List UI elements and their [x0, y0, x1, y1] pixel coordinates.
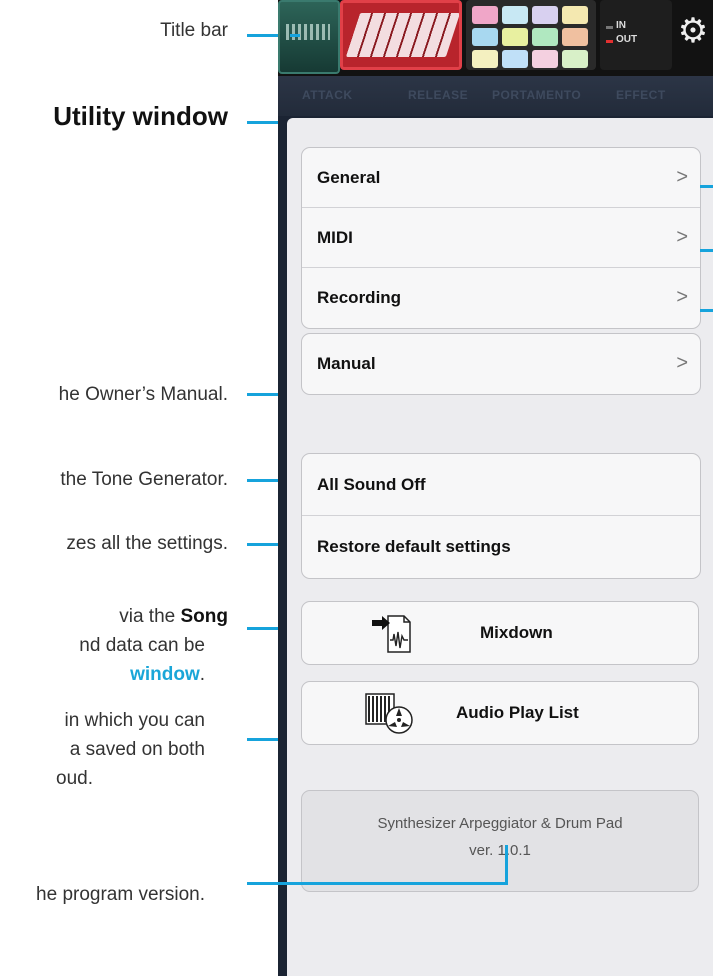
- pad-icon: [472, 6, 498, 24]
- sound-group: All Sound Off Restore default settings: [301, 453, 701, 579]
- annotation-mixdown-period: .: [199, 664, 205, 685]
- app-name-text: Synthesizer Arpeggiator & Drum Pad: [377, 815, 623, 832]
- gear-icon[interactable]: ⚙: [676, 14, 710, 48]
- annotation-playlist-line1: in which you can: [64, 710, 205, 731]
- chevron-right-icon: >: [676, 352, 688, 374]
- manual-group: Manual >: [301, 333, 701, 395]
- audio-play-list-button[interactable]: Audio Play List: [301, 681, 699, 745]
- annotation-mixdown-line1: via the Song: [119, 604, 228, 630]
- pad-icon: [562, 50, 588, 68]
- chevron-right-icon: >: [676, 226, 688, 248]
- settings-group: General > MIDI > Recording >: [301, 147, 701, 329]
- pad-icon: [472, 50, 498, 68]
- annotation-utility-window: Utility window: [53, 101, 228, 131]
- menu-item-label: General: [317, 167, 381, 187]
- restore-defaults-button[interactable]: Restore default settings: [302, 516, 700, 578]
- annotation-title-bar: Title bar: [160, 20, 228, 41]
- pad-icon: [502, 28, 528, 46]
- io-out-label: OUT: [616, 34, 638, 45]
- keyboard-thumbnail[interactable]: [340, 0, 462, 70]
- annotation-mixdown-window-link: window: [130, 664, 200, 685]
- tab-portamento[interactable]: PORTAMENTO: [492, 88, 581, 102]
- pad-icon: [532, 28, 558, 46]
- tab-effect[interactable]: EFFECT: [616, 88, 666, 102]
- mixdown-button[interactable]: Mixdown: [301, 601, 699, 665]
- annotation-restore-defaults: zes all the settings.: [66, 533, 228, 554]
- title-bar: IN OUT ⚙: [278, 0, 713, 76]
- menu-item-label: Restore default settings: [317, 537, 511, 556]
- annotation-mixdown-line3: window.: [130, 662, 205, 688]
- tab-release[interactable]: RELEASE: [408, 88, 468, 102]
- in-led-icon: [606, 26, 613, 29]
- pad-icon: [562, 28, 588, 46]
- annotation-version: he program version.: [36, 884, 205, 905]
- menu-item-general[interactable]: General >: [302, 148, 700, 208]
- utility-window-screen: IN OUT ⚙ ATTACK RELEASE PORTAMENTO EFFEC…: [278, 0, 713, 976]
- drum-pad-thumbnail[interactable]: [466, 0, 596, 70]
- annotation-playlist-line2: a saved on both: [69, 739, 205, 760]
- piano-keys-icon: [345, 13, 459, 57]
- out-led-icon: [606, 40, 613, 43]
- callout-line-version-vertical: [505, 845, 508, 885]
- annotation-manual: he Owner’s Manual.: [58, 384, 228, 405]
- audio-play-list-label: Audio Play List: [456, 703, 579, 722]
- pad-icon: [502, 50, 528, 68]
- version-info-box: Synthesizer Arpeggiator & Drum Pad ver. …: [301, 790, 699, 892]
- annotation-mixdown-song: Song: [180, 606, 229, 627]
- audio-play-list-icon: [364, 692, 416, 741]
- all-sound-off-button[interactable]: All Sound Off: [302, 454, 700, 516]
- menu-item-recording[interactable]: Recording >: [302, 268, 700, 328]
- pad-icon: [562, 6, 588, 24]
- mixdown-icon: [370, 612, 414, 661]
- annotation-playlist-line3: oud.: [56, 768, 93, 789]
- menu-item-midi[interactable]: MIDI >: [302, 208, 700, 268]
- annotation-mixdown-line2: nd data can be: [79, 635, 205, 656]
- tab-attack[interactable]: ATTACK: [302, 88, 353, 102]
- menu-item-label: All Sound Off: [317, 474, 426, 494]
- version-text: ver. 1.0.1: [469, 842, 531, 859]
- chevron-right-icon: >: [676, 166, 688, 188]
- menu-item-label: MIDI: [317, 227, 353, 247]
- pad-icon: [532, 6, 558, 24]
- annotation-mixdown-text: via the: [119, 606, 181, 627]
- callout-line-recording: [700, 309, 713, 312]
- sequencer-thumbnail[interactable]: [278, 0, 340, 74]
- menu-item-label: Manual: [317, 354, 376, 373]
- callout-line-general: [700, 185, 713, 188]
- callout-line-title-bar-end: [290, 34, 300, 37]
- io-in-label: IN: [616, 20, 626, 31]
- pad-icon: [472, 28, 498, 46]
- midi-io-indicator: IN OUT: [600, 0, 672, 70]
- utility-panel: General > MIDI > Recording > Manual > Al…: [287, 118, 713, 976]
- pad-icon: [532, 50, 558, 68]
- callout-line-version: [247, 882, 508, 885]
- mixdown-label: Mixdown: [480, 623, 553, 642]
- pad-icon: [502, 6, 528, 24]
- annotation-all-sound-off: the Tone Generator.: [60, 469, 228, 490]
- chevron-right-icon: >: [676, 286, 688, 308]
- menu-item-label: Recording: [317, 288, 402, 307]
- sequencer-pattern-icon: [286, 24, 330, 40]
- parameter-tabs: ATTACK RELEASE PORTAMENTO EFFECT: [278, 76, 713, 116]
- callout-line-midi: [700, 249, 713, 252]
- menu-item-manual[interactable]: Manual >: [302, 334, 700, 394]
